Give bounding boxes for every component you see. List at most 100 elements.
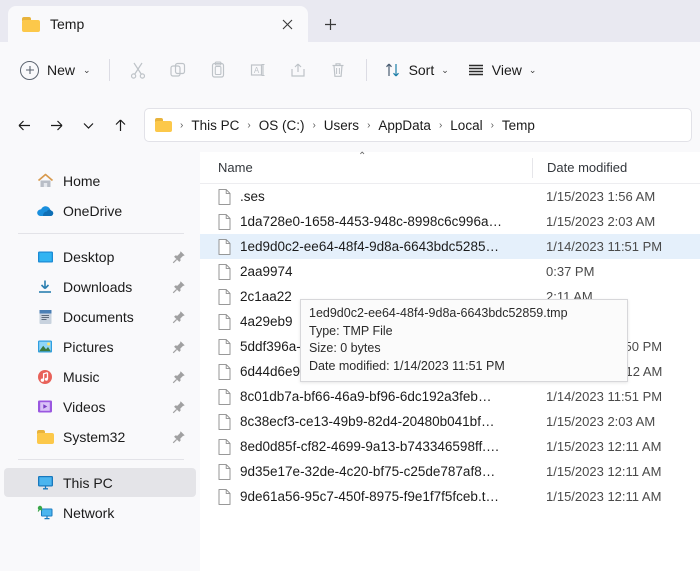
view-button[interactable]: View ⌄ (458, 53, 546, 87)
network-icon (36, 504, 54, 522)
file-name: 1da728e0-1658-4453-948c-8998c6c996a… (240, 214, 502, 229)
file-name-cell: 8c38ecf3-ce13-49b9-82d4-20480b041bf… (200, 413, 532, 430)
breadcrumb-item-local[interactable]: Local (445, 115, 487, 136)
file-name: 9de61a56-95c7-450f-8975-f9e1f7f5fceb.t… (240, 489, 499, 504)
table-row[interactable]: 9de61a56-95c7-450f-8975-f9e1f7f5fceb.t… … (200, 484, 700, 509)
sidebar-item-label: Desktop (63, 248, 115, 265)
breadcrumb-separator: › (438, 119, 443, 131)
sidebar-divider-2 (18, 459, 184, 460)
table-row[interactable]: 8ed0d85f-cf82-4699-9a13-b743346598ff.… 1… (200, 434, 700, 459)
breadcrumb-item-this-pc[interactable]: This PC (186, 115, 244, 136)
sidebar-item-this-pc[interactable]: This PC (4, 468, 196, 497)
pin-icon[interactable] (172, 370, 186, 384)
sidebar-item-documents[interactable]: Documents (4, 302, 196, 331)
file-name-cell: 1ed9d0c2-ee64-48f4-9d8a-6643bdc5285… (200, 238, 532, 255)
file-name-cell: 9d35e17e-32de-4c20-bf75-c25de787af8… (200, 463, 532, 480)
chevron-down-icon: ⌄ (441, 64, 449, 75)
sidebar-item-onedrive[interactable]: OneDrive (4, 196, 196, 225)
sidebar-item-videos[interactable]: Videos (4, 392, 196, 421)
folder-icon (22, 16, 40, 32)
sidebar-item-music[interactable]: Music (4, 362, 196, 391)
table-row[interactable]: 2aa9974 0:37 PM (200, 259, 700, 284)
pin-icon[interactable] (172, 310, 186, 324)
sidebar-item-desktop[interactable]: Desktop (4, 242, 196, 271)
file-date: 1/15/2023 12:11 AM (546, 439, 662, 454)
copy-icon[interactable] (158, 52, 198, 88)
folder-icon (155, 118, 172, 132)
table-row[interactable]: 9d35e17e-32de-4c20-bf75-c25de787af8… 1/1… (200, 459, 700, 484)
breadcrumb-separator: › (247, 119, 251, 131)
sidebar-item-downloads[interactable]: Downloads (4, 272, 196, 301)
new-button[interactable]: New ⌄ (10, 53, 101, 87)
pictures-icon (36, 338, 54, 356)
breadcrumb-item-temp[interactable]: Temp (497, 115, 540, 136)
share-icon[interactable] (278, 52, 318, 88)
table-row[interactable]: 8c38ecf3-ce13-49b9-82d4-20480b041bf… 1/1… (200, 409, 700, 434)
up-arrow-icon[interactable] (104, 109, 136, 141)
sidebar-item-home[interactable]: Home (4, 166, 196, 195)
sidebar-item-network[interactable]: Network (4, 498, 196, 527)
pin-icon[interactable] (172, 430, 186, 444)
sidebar-item-label: Videos (63, 398, 106, 415)
file-date: 0:37 PM (546, 264, 595, 279)
table-row[interactable]: .ses 1/15/2023 1:56 AM (200, 184, 700, 209)
sidebar-item-label: System32 (63, 428, 126, 445)
onedrive-cloud-icon (36, 202, 54, 220)
sidebar-item-pictures[interactable]: Pictures (4, 332, 196, 361)
file-icon (218, 488, 231, 505)
file-name: 2c1aa22 (240, 289, 292, 304)
file-name-cell: 8ed0d85f-cf82-4699-9a13-b743346598ff.… (200, 438, 532, 455)
chevron-down-icon: ⌄ (528, 64, 537, 75)
recent-locations-chevron-down-icon[interactable] (72, 109, 104, 141)
close-icon[interactable] (274, 11, 300, 37)
back-arrow-icon[interactable] (8, 109, 40, 141)
file-date: 1/15/2023 12:11 AM (546, 464, 662, 479)
column-header-date-modified[interactable]: Date modified (532, 157, 700, 178)
view-button-label: View (491, 62, 522, 78)
column-header-name[interactable]: Name ⌃ (200, 151, 532, 175)
home-icon (36, 172, 54, 190)
forward-arrow-icon[interactable] (40, 109, 72, 141)
new-button-label: New (47, 62, 76, 78)
file-icon (218, 288, 231, 305)
file-name-cell: 2aa9974 (200, 263, 532, 280)
file-name-cell: 1da728e0-1658-4453-948c-8998c6c996a… (200, 213, 532, 230)
sort-icon (385, 63, 399, 77)
music-icon (36, 368, 54, 386)
file-tooltip: 1ed9d0c2-ee64-48f4-9d8a-6643bdc52859.tmp… (300, 299, 628, 382)
new-tab-button[interactable] (314, 8, 346, 40)
column-header-date-label: Date modified (547, 159, 628, 175)
sidebar-item-label: Network (63, 504, 115, 521)
breadcrumb-item-users[interactable]: Users (319, 115, 364, 136)
pin-icon[interactable] (172, 250, 186, 264)
sidebar-item-label: Music (63, 368, 100, 385)
pin-icon[interactable] (172, 340, 186, 354)
rename-icon[interactable]: A (238, 52, 278, 88)
tab-title: Temp (50, 16, 85, 32)
cut-icon[interactable] (118, 52, 158, 88)
delete-icon[interactable] (318, 52, 358, 88)
pin-icon[interactable] (172, 400, 186, 414)
table-row-selected[interactable]: 1ed9d0c2-ee64-48f4-9d8a-6643bdc5285… 1/1… (200, 234, 700, 259)
sort-ascending-icon: ⌃ (358, 151, 367, 162)
sidebar-item-label: Home (63, 172, 101, 189)
pin-icon[interactable] (172, 280, 186, 294)
breadcrumb-item-os-c[interactable]: OS (C:) (254, 115, 310, 136)
sidebar-divider-1 (18, 233, 184, 234)
file-name-cell: .ses (200, 188, 532, 205)
file-icon (218, 338, 231, 355)
file-name: 8ed0d85f-cf82-4699-9a13-b743346598ff.… (240, 439, 500, 454)
sidebar-item-system32[interactable]: System32 (4, 422, 196, 451)
sidebar-item-label: Pictures (63, 338, 114, 355)
tab-temp[interactable]: Temp (8, 6, 308, 42)
breadcrumb[interactable]: › This PC › OS (C:) › Users › AppData › … (144, 108, 692, 142)
breadcrumb-item-appdata[interactable]: AppData (373, 115, 436, 136)
file-icon (218, 188, 231, 205)
file-icon (218, 438, 231, 455)
breadcrumb-separator: › (312, 119, 316, 131)
table-row[interactable]: 8c01db7a-bf66-46a9-bf96-6dc192a3feb… 1/1… (200, 384, 700, 409)
sort-button[interactable]: Sort ⌄ (375, 53, 458, 87)
table-row[interactable]: 1da728e0-1658-4453-948c-8998c6c996a… 1/1… (200, 209, 700, 234)
breadcrumb-separator: › (367, 119, 371, 131)
paste-icon[interactable] (198, 52, 238, 88)
